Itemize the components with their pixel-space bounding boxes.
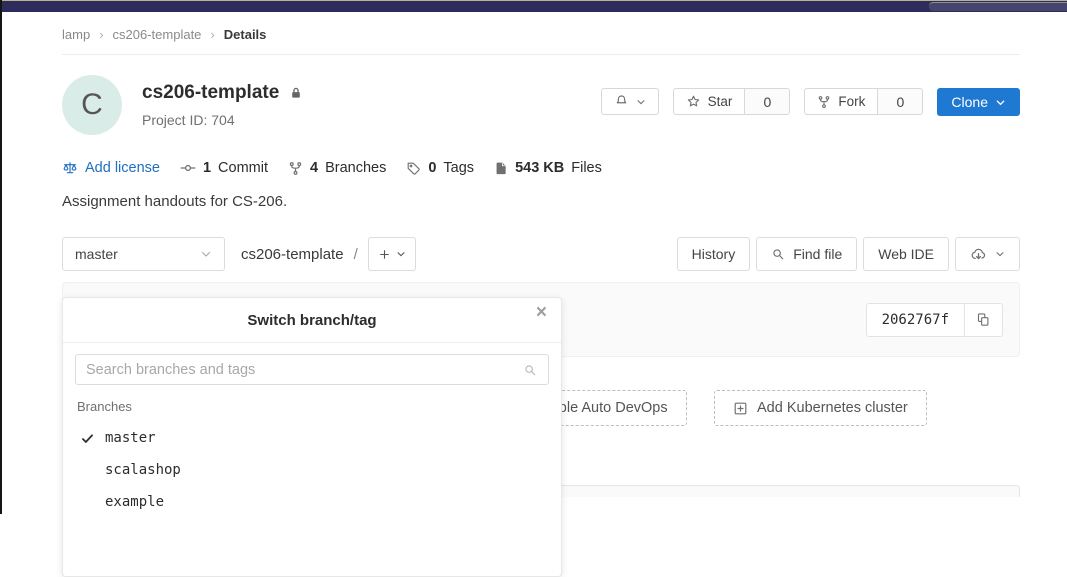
chevron-down-icon — [636, 97, 646, 107]
history-button[interactable]: History — [677, 237, 751, 271]
project-stats: Add license 1 Commit 4 Branches 0 Tags — [62, 160, 1020, 176]
window-left-edge — [0, 0, 2, 514]
branch-search-input[interactable] — [75, 354, 549, 385]
star-icon — [686, 94, 701, 109]
search-icon — [523, 363, 537, 377]
project-avatar: C — [62, 75, 122, 135]
commit-short-sha: 2062767f — [866, 303, 965, 337]
breadcrumb-divider — [62, 54, 1020, 55]
close-icon[interactable]: × — [536, 303, 547, 322]
branch-item-scalashop[interactable]: scalashop — [63, 454, 561, 486]
project-actions: Star 0 Fork 0 Clone — [601, 75, 1020, 135]
branch-count: 4 — [310, 160, 318, 176]
navbar-partial-element — [929, 2, 1067, 11]
chevron-down-icon — [396, 249, 406, 259]
breadcrumb-project-link[interactable]: cs206-template — [113, 27, 202, 42]
branch-selector[interactable]: master — [62, 237, 225, 271]
add-license-link[interactable]: Add license — [62, 160, 160, 176]
switch-branch-dropdown: Switch branch/tag × Branches master scal… — [62, 297, 562, 577]
commit-sha-group: 2062767f — [866, 303, 1003, 337]
breadcrumb-separator: › — [99, 27, 103, 42]
chevron-down-icon — [200, 248, 212, 260]
fork-button[interactable]: Fork — [804, 88, 878, 115]
commit-label: Commit — [218, 160, 268, 176]
tag-count: 0 — [428, 160, 436, 176]
cloud-download-icon — [970, 246, 987, 263]
plus-icon — [378, 248, 391, 261]
branch-name: example — [105, 494, 164, 510]
project-id: Project ID: 704 — [142, 112, 303, 128]
branch-label: Branches — [325, 160, 386, 176]
star-button-group: Star 0 — [673, 88, 791, 115]
check-icon — [81, 432, 94, 445]
breadcrumb-group-link[interactable]: lamp — [62, 27, 90, 42]
project-header: C cs206-template Project ID: 704 — [62, 75, 1020, 135]
branch-list: master scalashop example — [63, 422, 561, 518]
star-button[interactable]: Star — [673, 88, 746, 115]
bell-icon — [614, 94, 629, 109]
tag-icon — [406, 161, 421, 176]
commits-link[interactable]: 1 Commit — [180, 160, 268, 176]
add-file-dropdown-button[interactable] — [368, 237, 416, 271]
branch-name: scalashop — [105, 462, 181, 478]
file-icon — [494, 161, 508, 176]
find-file-label: Find file — [793, 246, 842, 262]
project-title-block: cs206-template Project ID: 704 — [142, 75, 303, 135]
top-navbar — [0, 1, 1067, 12]
chevron-down-icon — [995, 249, 1005, 259]
notifications-dropdown-button[interactable] — [601, 88, 659, 115]
clone-label: Clone — [951, 94, 988, 110]
history-label: History — [692, 246, 736, 262]
breadcrumb-current-page: Details — [224, 27, 267, 42]
window-top-edge — [0, 0, 1067, 1]
branch-icon — [288, 161, 303, 176]
scale-icon — [62, 160, 78, 176]
add-license-label: Add license — [85, 160, 160, 176]
star-count[interactable]: 0 — [745, 88, 790, 115]
web-ide-label: Web IDE — [878, 246, 934, 262]
fork-count[interactable]: 0 — [878, 88, 923, 115]
chevron-down-icon — [995, 97, 1006, 108]
add-kubernetes-cluster-label: Add Kubernetes cluster — [757, 400, 908, 416]
branch-item-master[interactable]: master — [63, 422, 561, 454]
clone-dropdown-button[interactable]: Clone — [937, 88, 1020, 116]
dropdown-title: Switch branch/tag — [247, 312, 376, 329]
path-separator: / — [354, 246, 358, 263]
fork-icon — [817, 95, 831, 109]
copy-icon — [976, 312, 991, 327]
breadcrumb: lamp › cs206-template › Details — [62, 12, 1020, 42]
tree-controls: master cs206-template / History Find — [62, 237, 1020, 271]
search-icon — [771, 247, 785, 261]
files-size: 543 KB — [515, 160, 564, 176]
breadcrumb-separator: › — [210, 27, 214, 42]
files-label: Files — [571, 160, 602, 176]
branch-selector-value: master — [75, 246, 118, 262]
branches-link[interactable]: 4 Branches — [288, 160, 386, 176]
commit-icon — [180, 160, 196, 176]
tag-label: Tags — [443, 160, 474, 176]
add-kubernetes-cluster-button[interactable]: Add Kubernetes cluster — [714, 390, 927, 426]
dropdown-header: Switch branch/tag × — [63, 298, 561, 343]
fork-button-group: Fork 0 — [804, 88, 923, 115]
project-description: Assignment handouts for CS-206. — [62, 193, 1020, 210]
branch-item-example[interactable]: example — [63, 486, 561, 518]
project-path-root[interactable]: cs206-template — [241, 246, 344, 263]
tree-actions: History Find file Web IDE — [677, 237, 1020, 271]
fork-label: Fork — [838, 94, 865, 109]
lock-icon — [289, 86, 303, 100]
copy-sha-button[interactable] — [965, 303, 1003, 337]
branches-section-label: Branches — [63, 387, 561, 416]
branch-name: master — [105, 430, 156, 446]
star-label: Star — [708, 94, 733, 109]
web-ide-button[interactable]: Web IDE — [863, 237, 949, 271]
dropdown-search — [63, 343, 561, 387]
download-dropdown-button[interactable] — [955, 237, 1020, 271]
files-link[interactable]: 543 KB Files — [494, 160, 602, 176]
tags-link[interactable]: 0 Tags — [406, 160, 474, 176]
find-file-button[interactable]: Find file — [756, 237, 857, 271]
project-title: cs206-template — [142, 82, 279, 104]
plus-square-icon — [733, 401, 748, 416]
commit-count: 1 — [203, 160, 211, 176]
